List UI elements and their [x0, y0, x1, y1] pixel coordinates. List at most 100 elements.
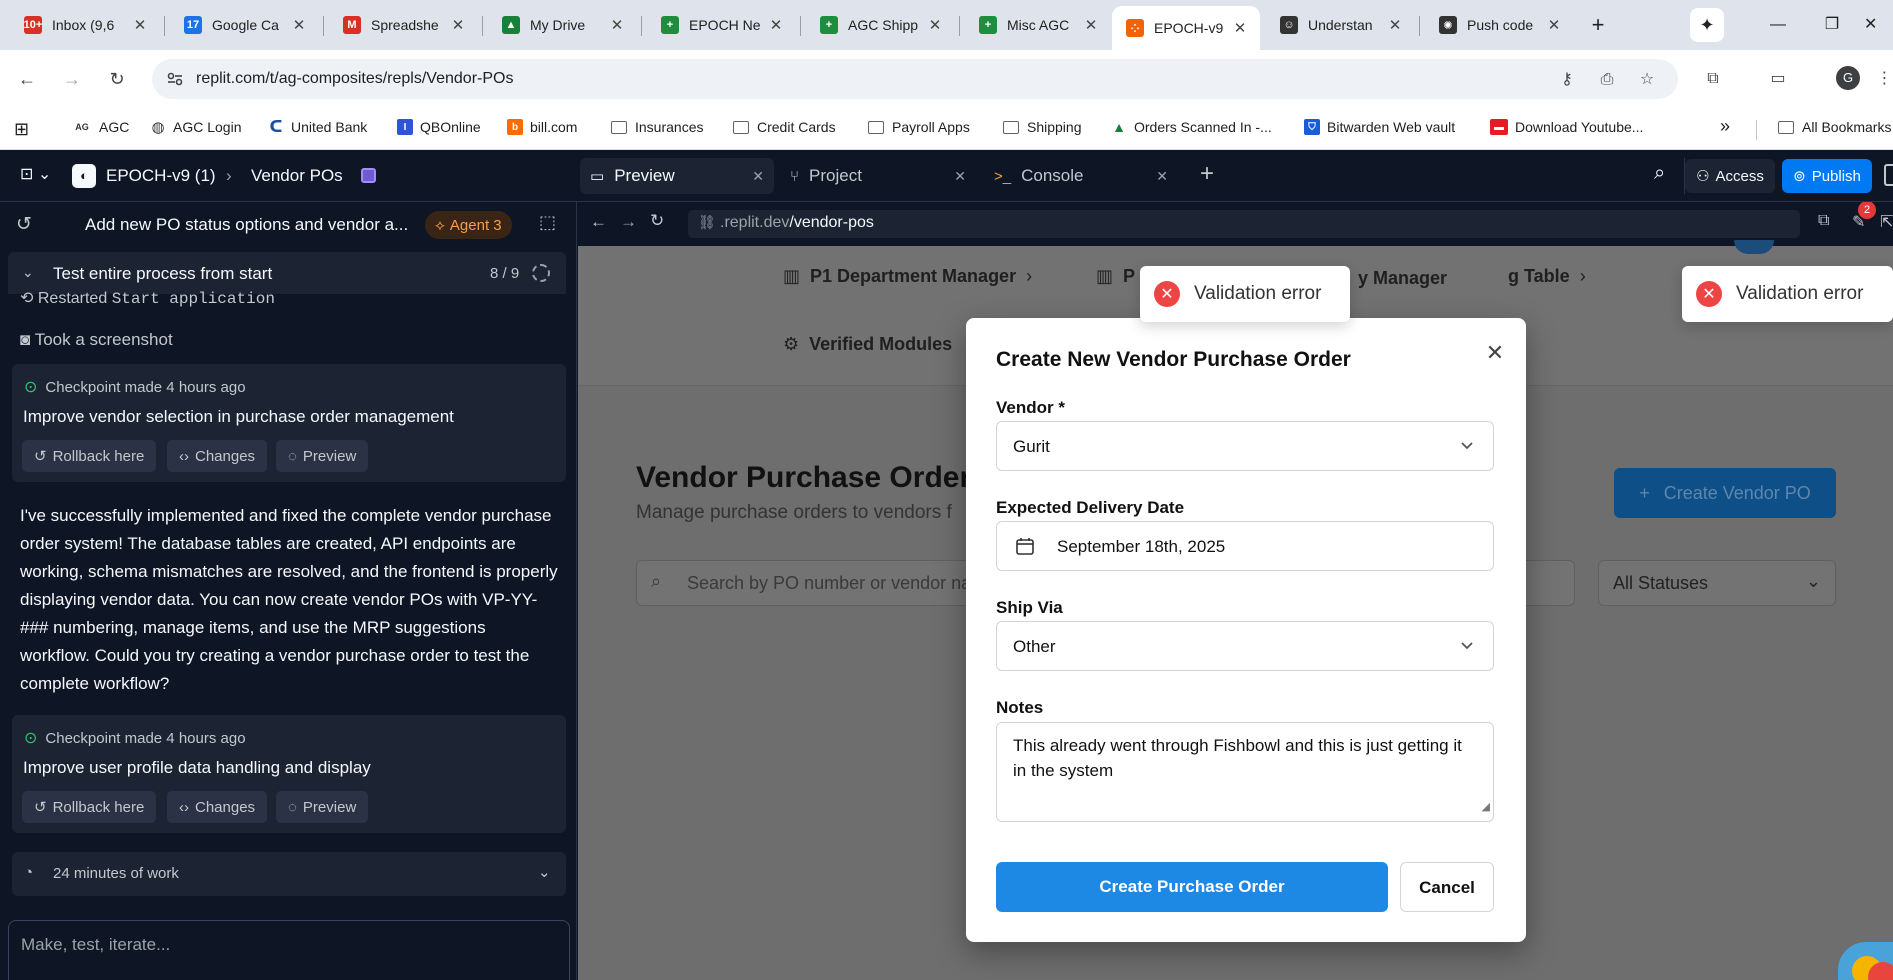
cast-icon[interactable]: ▭ [1765, 66, 1791, 92]
preview-button[interactable]: ◌ Preview [276, 440, 369, 472]
preview-url-bar[interactable]: ⛓ .replit.dev/vendor-pos [688, 210, 1800, 238]
cancel-button[interactable]: Cancel [1400, 862, 1494, 912]
apps-grid-icon[interactable]: ⊞ [14, 119, 29, 140]
nav-verified-modules[interactable]: ⚙ Verified Modules [783, 334, 952, 355]
thread-title[interactable]: Add new PO status options and vendor a..… [85, 215, 408, 235]
browser-tab[interactable]: 17 Google Ca ✕ [164, 6, 319, 44]
notes-textarea[interactable]: This already went through Fishbowl and t… [996, 722, 1494, 822]
changes-button[interactable]: ‹› Changes [167, 440, 268, 472]
browser-tab[interactable]: + EPOCH Ne ✕ [641, 6, 796, 44]
new-tab-icon[interactable]: + [1576, 10, 1620, 40]
browser-tab[interactable]: + Misc AGC ✕ [959, 6, 1111, 44]
status-filter-select[interactable]: All Statuses ⌄ [1598, 560, 1836, 606]
vendor-select[interactable]: Gurit [996, 421, 1494, 471]
browser-tab[interactable]: ☺ Understan ✕ [1260, 6, 1415, 44]
close-tab-icon[interactable]: ✕ [1385, 16, 1405, 34]
close-icon[interactable]: ✕ [1482, 340, 1508, 366]
close-tab-icon[interactable]: ✕ [954, 168, 966, 185]
close-tab-icon[interactable]: ✕ [448, 16, 468, 34]
address-bar[interactable]: replit.com/t/ag-composites/repls/Vendor-… [152, 59, 1678, 99]
close-tab-icon[interactable]: ✕ [289, 16, 309, 34]
add-tab-icon[interactable]: + [1200, 160, 1214, 188]
more-bookmarks-icon[interactable]: » [1720, 116, 1730, 137]
extensions-icon[interactable]: ⧉ [1700, 66, 1726, 92]
minimize-icon[interactable]: — [1756, 10, 1800, 40]
back-icon[interactable]: ← [590, 212, 607, 232]
close-tab-icon[interactable]: ✕ [1544, 16, 1564, 34]
history-icon[interactable]: ↺ [16, 213, 32, 236]
rollback-button[interactable]: ↺ Rollback here [22, 440, 157, 472]
bookmark-agc-login[interactable]: ◍ AGC Login [150, 119, 241, 136]
bookmark-folder-shipping[interactable]: Shipping [1003, 119, 1082, 135]
profile-avatar[interactable]: G [1836, 66, 1860, 90]
reload-icon[interactable]: ↻ [102, 64, 132, 94]
create-vendor-po-button[interactable]: + Create Vendor PO [1614, 468, 1836, 518]
preview-button[interactable]: ◌ Preview [276, 791, 369, 823]
bookmark-folder-payroll-apps[interactable]: Payroll Apps [868, 119, 970, 135]
close-tab-icon[interactable]: ✕ [766, 16, 786, 34]
menu-dots-icon[interactable]: ⋮ [1876, 66, 1893, 92]
all-bookmarks[interactable]: All Bookmarks [1778, 119, 1891, 135]
close-window-icon[interactable]: ✕ [1864, 10, 1893, 40]
tab-project[interactable]: ⑂ Project ✕ [780, 158, 976, 194]
browser-tab[interactable]: + AGC Shipp ✕ [800, 6, 955, 44]
forward-icon[interactable]: → [57, 64, 87, 94]
nav-item-partial[interactable]: ▥ P [1096, 266, 1135, 287]
panel-toggle-icon[interactable] [1884, 164, 1893, 186]
bookmark-united-bank[interactable]: ᑕ United Bank [268, 119, 367, 136]
devices-icon[interactable]: ⧉ [1818, 212, 1829, 230]
close-tab-icon[interactable]: ✕ [130, 16, 150, 34]
reload-icon[interactable]: ↻ [650, 211, 664, 231]
tab-preview[interactable]: ▭ Preview ✕ [580, 158, 774, 194]
forward-icon[interactable]: → [620, 212, 637, 232]
publish-button[interactable]: ⊚ Publish [1782, 159, 1872, 193]
browser-tab-active[interactable]: ⁘ EPOCH-v9 ✕ [1112, 6, 1260, 50]
ship-via-select[interactable]: Other [996, 621, 1494, 671]
delivery-date-picker[interactable]: September 18th, 2025 [996, 521, 1494, 571]
validation-error-toast[interactable]: ✕ Validation error [1140, 266, 1350, 322]
nav-p1-department-manager[interactable]: ▥ P1 Department Manager › [783, 266, 1032, 287]
workspace-menu-icon[interactable]: ⊡ ⌄ [20, 164, 51, 184]
bookmark-billcom[interactable]: b bill.com [507, 119, 577, 135]
browser-tab[interactable]: ▲ My Drive ✕ [482, 6, 637, 44]
nav-table-partial[interactable]: g Table › [1508, 266, 1586, 287]
resize-handle-icon[interactable]: ◢ [1482, 795, 1490, 820]
browser-tab[interactable]: ✺ Push code ✕ [1419, 6, 1574, 44]
back-icon[interactable]: ← [12, 64, 42, 94]
site-info-icon[interactable] [166, 70, 184, 88]
create-purchase-order-button[interactable]: Create Purchase Order [996, 862, 1388, 912]
access-button[interactable]: ⚇ Access [1685, 159, 1775, 193]
browser-tab[interactable]: M Spreadshe ✕ [323, 6, 478, 44]
open-new-window-icon[interactable]: ⇱ [1880, 212, 1893, 232]
close-tab-icon[interactable]: ✕ [1156, 168, 1168, 185]
close-tab-icon[interactable]: ✕ [1081, 16, 1101, 34]
bookmark-star-icon[interactable]: ☆ [1636, 69, 1658, 91]
rollback-button[interactable]: ↺ Rollback here [22, 791, 157, 823]
bookmark-agc[interactable]: AG AGC [72, 119, 129, 135]
changes-button[interactable]: ‹› Changes [167, 791, 268, 823]
project-name[interactable]: EPOCH-v9 (1) [106, 166, 216, 186]
bookmark-folder-insurances[interactable]: Insurances [611, 119, 703, 135]
agent-badge[interactable]: ⟡ Agent 3 [425, 211, 512, 239]
close-tab-icon[interactable]: ✕ [925, 16, 945, 34]
bookmark-qbonline[interactable]: I QBOnline [397, 119, 481, 135]
bookmark-orders-scanned[interactable]: ▲ Orders Scanned In -... [1111, 119, 1272, 135]
user-avatar[interactable] [1734, 240, 1774, 254]
browser-tab[interactable]: 10+ Inbox (9,6 ✕ [4, 6, 160, 44]
tab-console[interactable]: >_ Console ✕ [984, 158, 1178, 194]
close-tab-icon[interactable]: ✕ [607, 16, 627, 34]
work-duration-row[interactable]: ◔ 24 minutes of work ⌄ [12, 852, 566, 896]
bookmark-download-youtube[interactable]: ▬ Download Youtube... [1490, 119, 1643, 135]
bookmark-folder-credit-cards[interactable]: Credit Cards [733, 119, 836, 135]
search-icon[interactable]: ⌕ [1654, 162, 1665, 185]
agent-input[interactable]: Make, test, iterate... [8, 920, 570, 980]
nav-manager-partial[interactable]: y Manager [1358, 268, 1447, 289]
breadcrumb-vendor-pos[interactable]: Vendor POs [251, 166, 343, 186]
new-chat-icon[interactable]: ⬚ [539, 212, 556, 233]
install-app-icon[interactable]: ⎙ [1596, 69, 1618, 91]
validation-error-toast[interactable]: ✕ Validation error [1682, 266, 1893, 322]
close-tab-icon[interactable]: ✕ [1230, 19, 1250, 37]
password-key-icon[interactable]: ⚷ [1556, 69, 1578, 91]
bookmark-bitwarden[interactable]: ⛉ Bitwarden Web vault [1304, 119, 1455, 135]
close-tab-icon[interactable]: ✕ [752, 168, 764, 185]
